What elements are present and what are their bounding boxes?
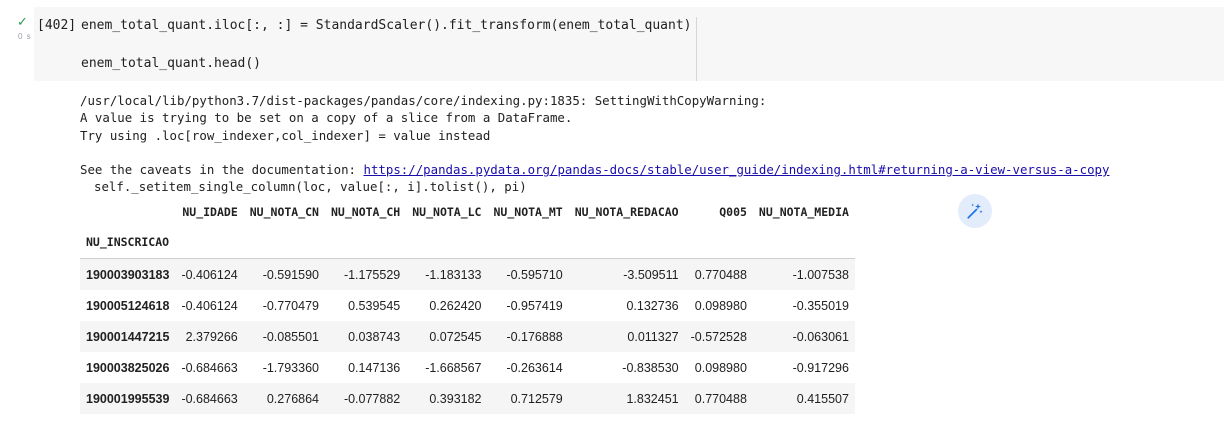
dataframe-table: NU_IDADE NU_NOTA_CN NU_NOTA_CH NU_NOTA_L… bbox=[80, 198, 855, 414]
table-row: 190005124618 -0.406124 -0.770479 0.53954… bbox=[80, 290, 855, 321]
table-cell: -0.684663 bbox=[181, 360, 238, 375]
index-name: NU_INSCRICAO bbox=[80, 226, 176, 259]
table-cell: -0.838530 bbox=[622, 360, 679, 375]
magic-wand-icon bbox=[967, 203, 983, 219]
table-cell: -0.684663 bbox=[181, 391, 238, 406]
column-header: NU_NOTA_CH bbox=[331, 205, 401, 219]
code-line[interactable]: enem_total_quant.iloc[:, :] = StandardSc… bbox=[81, 18, 691, 33]
table-cell: -1.175529 bbox=[343, 267, 401, 282]
table-cell: -0.355019 bbox=[792, 298, 849, 313]
setitem-line: self._setitem_single_column(loc, value[:… bbox=[94, 179, 527, 195]
table-cell: -0.957419 bbox=[506, 298, 563, 313]
table-cell: -3.509511 bbox=[623, 267, 679, 282]
row-index: 190003903183 bbox=[86, 267, 170, 282]
table-cell: -1.668567 bbox=[425, 360, 482, 375]
column-header: NU_NOTA_CN bbox=[249, 205, 319, 219]
table-cell: 0.770488 bbox=[694, 267, 747, 282]
column-header: NU_NOTA_REDACAO bbox=[574, 205, 679, 219]
execution-count: [402] bbox=[37, 18, 77, 33]
column-header: NU_NOTA_MT bbox=[493, 205, 563, 219]
warning-line: A value is trying to be set on a copy of… bbox=[80, 110, 573, 126]
check-icon: ✓ bbox=[17, 15, 28, 30]
table-cell: 0.098980 bbox=[694, 298, 747, 313]
table-cell: 0.539545 bbox=[348, 298, 401, 313]
execution-time: 0 s bbox=[18, 32, 32, 41]
table-cell: -0.406124 bbox=[181, 298, 238, 313]
code-line[interactable]: enem_total_quant.head() bbox=[81, 56, 261, 71]
table-cell: -0.406124 bbox=[181, 267, 238, 282]
column-header: NU_NOTA_MEDIA bbox=[758, 205, 849, 219]
table-cell: -0.572528 bbox=[690, 329, 747, 344]
table-cell: 0.415507 bbox=[796, 391, 849, 406]
table-cell: 0.011327 bbox=[627, 329, 679, 344]
table-cell: 0.098980 bbox=[694, 360, 747, 375]
column-header: Q005 bbox=[719, 205, 747, 219]
table-cell: -1.793360 bbox=[262, 360, 319, 375]
table-cell: 0.276864 bbox=[266, 391, 319, 406]
column-header: NU_IDADE bbox=[182, 205, 238, 219]
warning-line: /usr/local/lib/python3.7/dist-packages/p… bbox=[80, 93, 767, 108]
table-cell: 2.379266 bbox=[185, 329, 238, 344]
table-row: 190001447215 2.379266 -0.085501 0.038743… bbox=[80, 321, 855, 352]
cell-divider bbox=[696, 17, 697, 81]
table-cell: 0.770488 bbox=[694, 391, 747, 406]
table-row: 190001995539 -0.684663 0.276864 -0.07788… bbox=[80, 383, 855, 414]
table-row: 190003903183 -0.406124 -0.591590 -1.1755… bbox=[80, 258, 855, 290]
table-cell: -0.591590 bbox=[262, 267, 319, 282]
table-cell: -1.007538 bbox=[792, 267, 849, 282]
table-cell: -0.595710 bbox=[506, 267, 563, 282]
table-cell: 0.712579 bbox=[510, 391, 563, 406]
row-index: 190001995539 bbox=[86, 391, 170, 406]
column-header-row: NU_IDADE NU_NOTA_CN NU_NOTA_CH NU_NOTA_L… bbox=[80, 198, 855, 226]
table-cell: 0.132736 bbox=[626, 298, 679, 313]
column-header: NU_NOTA_LC bbox=[412, 205, 482, 219]
code-cell[interactable]: [402] enem_total_quant.iloc[:, :] = Stan… bbox=[34, 7, 1224, 81]
table-cell: 0.393182 bbox=[429, 391, 482, 406]
row-index: 190003825026 bbox=[86, 360, 170, 375]
table-cell: -0.917296 bbox=[792, 360, 849, 375]
interactive-table-button[interactable] bbox=[958, 194, 992, 228]
table-row: 190003825026 -0.684663 -1.793360 0.14713… bbox=[80, 352, 855, 383]
row-index: 190005124618 bbox=[86, 298, 170, 313]
table-cell: -0.770479 bbox=[262, 298, 319, 313]
table-cell: -0.263614 bbox=[506, 360, 563, 375]
warning-output: /usr/local/lib/python3.7/dist-packages/p… bbox=[80, 92, 1220, 196]
warning-line: Try using .loc[row_indexer,col_indexer] … bbox=[80, 127, 491, 143]
table-cell: 1.832451 bbox=[626, 391, 679, 406]
table-cell: 0.262420 bbox=[429, 298, 482, 313]
caveats-text: See the caveats in the documentation: bbox=[80, 162, 364, 178]
table-cell: -0.176888 bbox=[506, 329, 563, 344]
cell-run-status[interactable]: ✓ 0 s bbox=[14, 16, 34, 44]
table-cell: 0.147136 bbox=[348, 360, 401, 375]
index-name-row: NU_INSCRICAO bbox=[80, 226, 855, 259]
documentation-link[interactable]: https://pandas.pydata.org/pandas-docs/st… bbox=[363, 162, 1109, 177]
row-index: 190001447215 bbox=[86, 329, 170, 344]
cell-output: /usr/local/lib/python3.7/dist-packages/p… bbox=[80, 92, 1220, 196]
table-cell: 0.038743 bbox=[348, 329, 401, 344]
table-cell: -0.063061 bbox=[792, 329, 849, 344]
table-cell: -1.183133 bbox=[425, 267, 482, 282]
table-cell: -0.077882 bbox=[343, 391, 401, 406]
table-cell: 0.072545 bbox=[429, 329, 482, 344]
table-cell: -0.085501 bbox=[262, 329, 319, 344]
index-header-blank bbox=[80, 198, 175, 226]
